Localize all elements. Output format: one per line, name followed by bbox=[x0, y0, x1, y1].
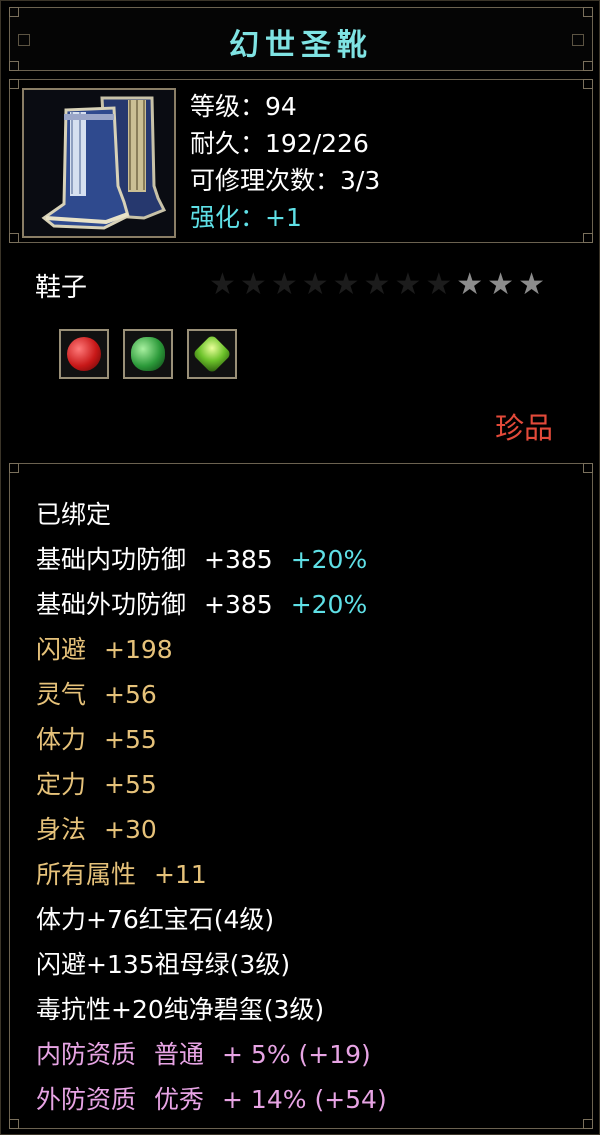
item-header: 等级：94 耐久：192/226 可修理次数：3/3 强化：+1 bbox=[9, 79, 593, 243]
star-filled-icon: ★ bbox=[487, 267, 519, 302]
spirit-value: +56 bbox=[104, 680, 157, 709]
corner-ornament bbox=[9, 463, 19, 473]
star-empty-icon: ★ bbox=[394, 267, 426, 302]
outer-quality-value: + 14% (+54) bbox=[222, 1085, 387, 1114]
corner-ornament bbox=[9, 7, 19, 17]
star-empty-icon: ★ bbox=[363, 267, 395, 302]
agility-value: +30 bbox=[104, 815, 157, 844]
item-tooltip: 幻世圣靴 等级：94 耐久：192/226 可修理次数：3/3 强化：+1 鞋子… bbox=[0, 0, 600, 1135]
dodge-value: +198 bbox=[104, 635, 173, 664]
star-empty-icon: ★ bbox=[270, 267, 302, 302]
outer-quality-row: 外防资质 优秀 + 14% (+54) bbox=[36, 1077, 387, 1122]
gem-slot[interactable] bbox=[187, 329, 237, 379]
agility-label: 身法 bbox=[36, 815, 87, 844]
star-empty-icon: ★ bbox=[239, 267, 271, 302]
rarity-label: 珍品 bbox=[494, 411, 553, 445]
outer-defense-bonus: +20% bbox=[290, 590, 368, 619]
star-filled-icon: ★ bbox=[456, 267, 488, 302]
star-empty-icon: ★ bbox=[209, 267, 240, 302]
all-attributes-label: 所有属性 bbox=[36, 860, 137, 889]
dodge-label: 闪避 bbox=[36, 635, 87, 664]
outer-defense-row: 基础外功防御 +385 +20% bbox=[36, 582, 387, 627]
corner-ornament bbox=[583, 233, 593, 243]
durability-text: 耐久：192/226 bbox=[190, 129, 369, 158]
star-rating: ★★★★★★★★★★★ bbox=[209, 267, 549, 302]
title-bar: 幻世圣靴 bbox=[9, 7, 593, 71]
outer-defense-value: +385 bbox=[204, 590, 273, 619]
focus-label: 定力 bbox=[36, 770, 87, 799]
enhance-text: 强化：+1 bbox=[190, 203, 302, 232]
gem-slots bbox=[59, 329, 237, 379]
blue-boots-icon bbox=[24, 90, 174, 236]
gem-bonus-tourmaline: 毒抗性+20纯净碧玺(3级) bbox=[36, 995, 325, 1024]
stamina-row: 体力 +55 bbox=[36, 717, 387, 762]
ruby-gem-icon bbox=[67, 337, 101, 371]
emerald-gem-icon bbox=[131, 337, 165, 371]
gem-slot[interactable] bbox=[59, 329, 109, 379]
item-stats: 等级：94 耐久：192/226 可修理次数：3/3 强化：+1 bbox=[190, 88, 380, 236]
inner-defense-row: 基础内功防御 +385 +20% bbox=[36, 537, 387, 582]
focus-value: +55 bbox=[104, 770, 157, 799]
inner-quality-label: 内防资质 bbox=[36, 1040, 137, 1069]
inner-defense-value: +385 bbox=[204, 545, 273, 574]
properties-panel: 已绑定 基础内功防御 +385 +20% 基础外功防御 +385 +20% 闪避 +198… bbox=[9, 463, 593, 1129]
jade-gem-icon bbox=[192, 334, 232, 374]
star-empty-icon: ★ bbox=[425, 267, 457, 302]
stamina-value: +55 bbox=[104, 725, 157, 754]
corner-ornament bbox=[583, 463, 593, 473]
spirit-label: 灵气 bbox=[36, 680, 87, 709]
focus-row: 定力 +55 bbox=[36, 762, 387, 807]
spirit-row: 灵气 +56 bbox=[36, 672, 387, 717]
inner-quality-row: 内防资质 普通 + 5% (+19) bbox=[36, 1032, 387, 1077]
gem-bonus-ruby: 体力+76红宝石(4级) bbox=[36, 905, 275, 934]
star-empty-icon: ★ bbox=[332, 267, 364, 302]
corner-ornament bbox=[9, 1119, 19, 1129]
outer-quality-label: 外防资质 bbox=[36, 1085, 137, 1114]
inner-quality-value: + 5% (+19) bbox=[222, 1040, 371, 1069]
inner-quality-grade: 普通 bbox=[154, 1040, 205, 1069]
bound-status: 已绑定 bbox=[36, 500, 112, 529]
corner-ornament bbox=[9, 233, 19, 243]
item-title: 幻世圣靴 bbox=[229, 28, 373, 63]
outer-defense-label: 基础外功防御 bbox=[36, 590, 187, 619]
corner-ornament bbox=[583, 1119, 593, 1129]
inner-defense-label: 基础内功防御 bbox=[36, 545, 187, 574]
star-filled-icon: ★ bbox=[518, 267, 549, 302]
gem-bonus-emerald: 闪避+135祖母绿(3级) bbox=[36, 950, 291, 979]
corner-ornament bbox=[9, 79, 19, 89]
repair-count-text: 可修理次数：3/3 bbox=[190, 166, 381, 195]
gem-slot[interactable] bbox=[123, 329, 173, 379]
stamina-label: 体力 bbox=[36, 725, 87, 754]
dodge-row: 闪避 +198 bbox=[36, 627, 387, 672]
outer-quality-grade: 优秀 bbox=[154, 1085, 205, 1114]
star-empty-icon: ★ bbox=[301, 267, 333, 302]
all-attributes-row: 所有属性 +11 bbox=[36, 852, 387, 897]
inner-defense-bonus: +20% bbox=[290, 545, 368, 574]
corner-ornament bbox=[583, 79, 593, 89]
agility-row: 身法 +30 bbox=[36, 807, 387, 852]
corner-ornament bbox=[583, 7, 593, 17]
level-text: 等级：94 bbox=[190, 92, 297, 121]
all-attributes-value: +11 bbox=[154, 860, 207, 889]
item-icon-frame[interactable] bbox=[22, 88, 176, 238]
item-type: 鞋子 bbox=[35, 273, 88, 303]
